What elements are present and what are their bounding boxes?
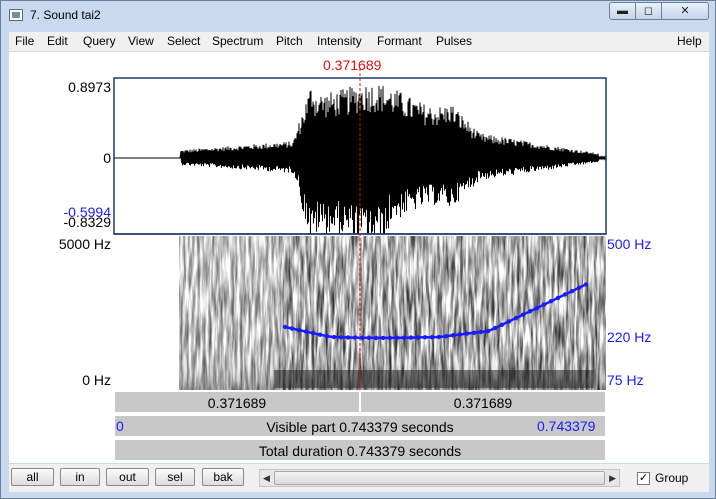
menu-bar: File Edit Query View Select Spectrum Pit…: [9, 32, 709, 52]
menu-select[interactable]: Select: [167, 34, 200, 48]
pitch-point: [345, 335, 351, 340]
pitch-point: [331, 334, 337, 340]
pitch-point: [429, 335, 435, 340]
zoom-back-button[interactable]: bak: [202, 468, 244, 486]
pitch-point: [443, 334, 449, 339]
signal-display[interactable]: [9, 52, 709, 392]
title-bar[interactable]: 7. Sound tai2 ▬ ◻ ✕: [1, 1, 715, 29]
menu-formant[interactable]: Formant: [377, 34, 422, 48]
pitch-point: [352, 335, 358, 340]
scroll-thumb[interactable]: [274, 471, 605, 485]
total-duration-bar[interactable]: Total duration 0.743379 seconds: [114, 439, 606, 461]
window-title: 7. Sound tai2: [30, 8, 101, 22]
pitch-point: [408, 335, 414, 340]
menu-query[interactable]: Query: [83, 34, 116, 48]
scroll-right-icon[interactable]: ▶: [609, 473, 616, 484]
menu-help[interactable]: Help: [677, 34, 702, 48]
left-time-label: 0.371689: [207, 395, 267, 411]
left-time-segment[interactable]: 0.371689: [114, 391, 360, 413]
right-time-segment[interactable]: 0.371689: [360, 391, 606, 413]
visible-end-label: 0.743379: [537, 418, 596, 434]
pitch-point: [394, 335, 400, 340]
pitch-point: [520, 312, 526, 317]
pitch-point: [548, 299, 554, 304]
pitch-point: [576, 285, 582, 290]
visible-part-bar[interactable]: Visible part 0.743379 seconds: [114, 415, 606, 437]
pitch-point: [359, 335, 365, 340]
pitch-point: [562, 292, 568, 297]
pitch-point: [317, 332, 323, 337]
visible-part-label: Visible part 0.743379 seconds: [266, 419, 454, 435]
pitch-point: [485, 328, 491, 334]
pitch-point: [499, 322, 505, 327]
pitch-point: [373, 335, 379, 341]
spectrogram: [179, 236, 606, 390]
pitch-point: [289, 326, 295, 331]
menu-pulses[interactable]: Pulses: [436, 34, 472, 48]
pitch-point: [534, 305, 540, 311]
pitch-point: [310, 331, 316, 336]
right-time-label: 0.371689: [453, 395, 513, 411]
pitch-point: [366, 335, 372, 340]
editor-content: 0.371689 0.8973 0 -0.5994 -0.8329 5000 H…: [9, 52, 709, 463]
zoom-all-button[interactable]: all: [11, 468, 54, 486]
pitch-point: [471, 330, 477, 335]
pitch-point: [338, 335, 344, 340]
total-duration-label: Total duration 0.743379 seconds: [258, 443, 462, 459]
pitch-point: [324, 334, 330, 339]
pitch-point: [506, 319, 512, 324]
pitch-point: [527, 309, 533, 314]
pitch-point: [492, 325, 498, 331]
window-icon: [9, 9, 23, 21]
pitch-point: [282, 324, 288, 330]
zoom-out-button[interactable]: out: [106, 468, 149, 486]
pitch-point: [436, 334, 442, 340]
pitch-point: [450, 333, 456, 338]
zoom-selection-button[interactable]: sel: [155, 468, 195, 486]
pitch-point: [583, 282, 589, 287]
menu-spectrum[interactable]: Spectrum: [212, 34, 263, 48]
pitch-point: [464, 331, 470, 336]
zoom-in-button[interactable]: in: [60, 468, 100, 486]
menu-pitch[interactable]: Pitch: [276, 34, 303, 48]
menu-intensity[interactable]: Intensity: [317, 34, 362, 48]
pitch-point: [422, 335, 428, 340]
menu-view[interactable]: View: [128, 34, 154, 48]
maximize-button[interactable]: ◻: [635, 2, 662, 20]
scroll-left-icon[interactable]: ◀: [263, 473, 270, 484]
horizontal-scrollbar[interactable]: ◀ ▶: [259, 469, 620, 487]
pitch-point: [303, 329, 309, 334]
close-button[interactable]: ✕: [661, 2, 709, 20]
pitch-point: [401, 335, 407, 340]
bottom-toolbar: all in out sel bak ◀ ▶ ✓ Group: [9, 464, 709, 492]
pitch-point: [541, 302, 547, 307]
group-checkbox[interactable]: ✓: [637, 472, 650, 485]
pitch-point: [513, 315, 519, 321]
visible-start-label: 0: [116, 418, 124, 434]
pitch-point: [569, 289, 575, 294]
pitch-point: [296, 327, 302, 333]
pitch-point: [478, 329, 484, 335]
menu-file[interactable]: File: [15, 34, 34, 48]
group-label: Group: [655, 471, 689, 485]
minimize-button[interactable]: ▬: [609, 2, 636, 20]
pitch-point: [555, 295, 561, 301]
sound-editor-window: 7. Sound tai2 ▬ ◻ ✕ File Edit Query View…: [0, 0, 716, 499]
menu-edit[interactable]: Edit: [47, 34, 68, 48]
pitch-point: [457, 332, 463, 337]
pitch-point: [415, 335, 421, 340]
pitch-point: [380, 335, 386, 341]
pitch-point: [387, 335, 393, 341]
